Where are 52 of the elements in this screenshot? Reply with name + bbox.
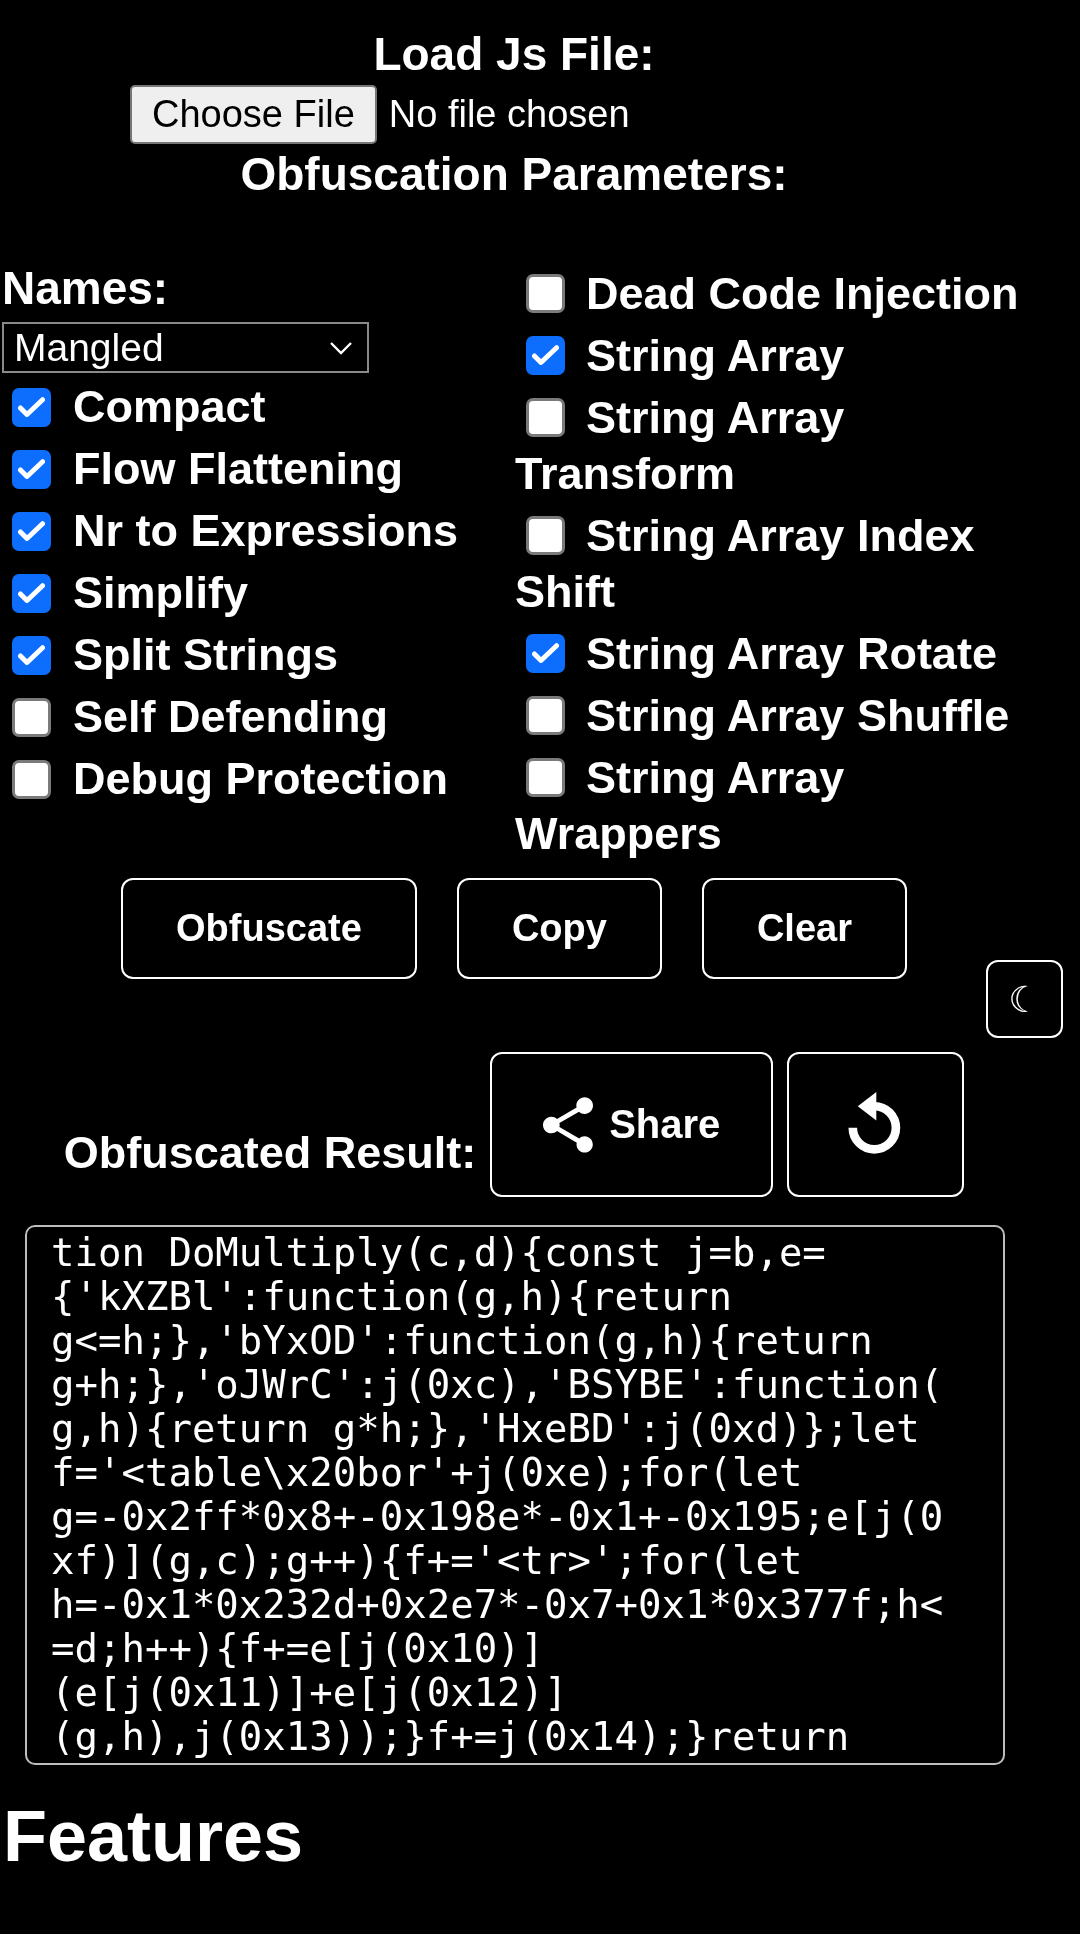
- share-button[interactable]: Share: [490, 1052, 774, 1197]
- checkbox-option[interactable]: Self Defending: [12, 689, 389, 745]
- checkbox-option[interactable]: Debug Protection: [12, 751, 448, 807]
- clear-button[interactable]: Clear: [701, 878, 907, 979]
- checkmark-icon: [532, 344, 559, 366]
- checkbox[interactable]: [526, 335, 565, 375]
- theme-toggle-button[interactable]: ☾: [986, 960, 1063, 1038]
- obfuscate-button[interactable]: Obfuscate: [121, 878, 417, 979]
- names-label: Names:: [1, 261, 169, 316]
- chevron-down-icon: [329, 340, 353, 355]
- checkbox-option[interactable]: Split Strings: [12, 627, 338, 683]
- checkbox-option[interactable]: Nr to Expressions: [12, 503, 459, 559]
- reset-button[interactable]: [787, 1052, 965, 1197]
- checkbox[interactable]: [12, 387, 51, 427]
- file-status-text: No file chosen: [388, 93, 630, 136]
- checkbox[interactable]: [12, 759, 51, 799]
- checkbox-option[interactable]: Flow Flattening: [12, 441, 403, 497]
- checkbox[interactable]: [12, 573, 51, 613]
- checkbox[interactable]: [12, 635, 51, 675]
- choose-file-button[interactable]: Choose File: [130, 85, 377, 144]
- share-icon: [543, 1096, 594, 1153]
- checkbox[interactable]: [12, 449, 51, 489]
- parameters-title: Obfuscation Parameters:: [240, 147, 788, 201]
- result-label: Obfuscated Result:: [63, 1126, 477, 1180]
- code-output-field[interactable]: tion DoMultiply(c,d){const j=b,e= {'kXZBl':function(g,h){return g<=h;},'bYxOD':function(g,h){return g+h;},'oJWrC':j(0xc),'BSYBE':function( g,h){return g*h;},'HxeBD':j(0xd)};let f='<table\x20bor'+j(0xe);for(let g=-0x2ff*0x8+-0x198e*-0x1+-0x195;e[j(0 xf)](g,c);g++){f+='<tr>';for(let h=-0x1*0x232d+0x2e7*-0x7+0x1*0x377f;h< =d;h++){f+=e[j(0x10)] (e[j(0x11)]+e[j(0x12)] (g,h),j(0x13));}f+=j(0x14);}return: [25, 1225, 1005, 1765]
- checkbox-option[interactable]: Compact: [12, 379, 266, 435]
- copy-button[interactable]: Copy: [456, 878, 662, 979]
- checkbox-option[interactable]: Simplify: [12, 565, 249, 621]
- checkbox[interactable]: [12, 697, 51, 737]
- checkbox[interactable]: [526, 273, 565, 313]
- checkbox-option[interactable]: String Array Rotate: [515, 626, 1050, 682]
- checkmark-icon: [18, 644, 45, 666]
- checkbox[interactable]: [526, 757, 565, 797]
- checkbox-option[interactable]: String Array: [515, 328, 1050, 384]
- checkbox[interactable]: [526, 397, 565, 437]
- checkbox-option[interactable]: String Array Transform: [515, 390, 1050, 502]
- checkbox-option[interactable]: String Array Shuffle: [515, 688, 1050, 744]
- checkmark-icon: [18, 458, 45, 480]
- checkbox-option[interactable]: String Array Wrappers: [515, 750, 1050, 862]
- features-heading: Features: [3, 1795, 304, 1878]
- checkbox[interactable]: [526, 515, 565, 555]
- checkbox[interactable]: [12, 511, 51, 551]
- checkbox-option[interactable]: Dead Code Injection: [515, 266, 1050, 322]
- checkbox[interactable]: [526, 633, 565, 673]
- load-file-title: Load Js File:: [373, 27, 655, 81]
- names-select[interactable]: Mangled: [2, 322, 369, 373]
- checkbox[interactable]: [526, 695, 565, 735]
- checkmark-icon: [18, 520, 45, 542]
- checkmark-icon: [18, 396, 45, 418]
- checkmark-icon: [18, 582, 45, 604]
- checkbox-option[interactable]: String Array Index Shift: [515, 508, 1050, 620]
- checkmark-icon: [532, 642, 559, 664]
